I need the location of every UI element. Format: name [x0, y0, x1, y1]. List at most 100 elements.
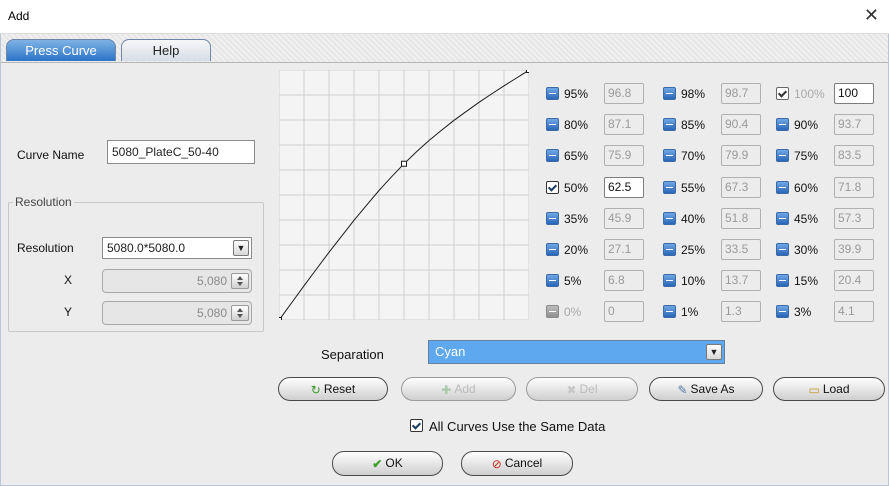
curve-name-input[interactable]: 5080_PlateC_50-40 [107, 140, 255, 164]
point-value-field[interactable]: 100 [834, 83, 874, 104]
load-button[interactable]: ▭ Load [773, 377, 885, 401]
curve-point-row: 90% 93.7 [776, 114, 881, 136]
chevron-down-icon[interactable]: ▼ [706, 344, 722, 360]
point-value-field[interactable]: 45.9 [604, 207, 644, 229]
curve-point-row: 0% 0 [546, 301, 651, 323]
point-checkbox[interactable] [776, 305, 789, 319]
point-checkbox[interactable] [663, 305, 676, 319]
point-checkbox[interactable] [663, 118, 676, 132]
point-value-field[interactable]: 39.9 [834, 239, 874, 260]
reset-button[interactable]: ↻ Reset [278, 377, 388, 401]
point-value-field[interactable]: 96.8 [604, 83, 644, 104]
x-spinner[interactable]: 5,080 [102, 269, 252, 293]
all-curves-checkbox[interactable] [410, 419, 423, 432]
curve-point-row: 3% 4.1 [776, 301, 881, 323]
point-value-field[interactable]: 27.1 [604, 239, 644, 260]
check-icon: ✔ [372, 456, 383, 471]
ok-button[interactable]: ✔ OK [332, 451, 443, 476]
curve-point-row: 80% 87.1 [546, 114, 651, 136]
point-value-field[interactable]: 6.8 [604, 270, 644, 292]
point-checkbox[interactable] [776, 274, 789, 288]
point-value-field[interactable]: 62.5 [604, 176, 644, 198]
point-value-field[interactable]: 87.1 [604, 114, 644, 136]
point-value-field[interactable]: 4.1 [834, 301, 874, 323]
tab-press-curve[interactable]: Press Curve [6, 39, 116, 61]
curve-point-row: 85% 90.4 [663, 114, 768, 136]
del-button[interactable]: ✖ Del [526, 377, 638, 401]
x-value: 5,080 [196, 274, 227, 288]
point-checkbox[interactable] [663, 211, 676, 225]
point-checkbox[interactable] [546, 149, 559, 163]
resolution-select[interactable]: 5080.0*5080.0 ▼ [102, 237, 252, 259]
tab-strip: Press Curve Help [1, 34, 888, 63]
point-percent-label: 60% [794, 180, 819, 195]
y-spinner[interactable]: 5,080 [102, 301, 252, 325]
point-value-field[interactable]: 20.4 [834, 270, 874, 292]
curve-point-row: 70% 79.9 [663, 145, 768, 167]
tab-help[interactable]: Help [121, 39, 211, 61]
point-checkbox[interactable] [546, 180, 559, 194]
point-checkbox[interactable] [546, 87, 559, 100]
curve-point-row: 35% 45.9 [546, 207, 651, 230]
point-checkbox[interactable] [663, 243, 676, 256]
plus-icon: ✚ [441, 382, 452, 397]
point-checkbox[interactable] [546, 243, 559, 256]
point-value-field[interactable]: 93.7 [834, 114, 874, 136]
curve-point-row: 30% 39.9 [776, 239, 881, 261]
resolution-group: Resolution Resolution 5080.0*5080.0 ▼ X … [8, 195, 264, 332]
spinner-arrows-icon[interactable] [231, 305, 249, 321]
point-percent-label: 95% [564, 87, 589, 101]
point-value-field[interactable]: 90.4 [721, 114, 761, 136]
point-value-field[interactable]: 57.3 [834, 207, 874, 229]
point-value-field[interactable]: 75.9 [604, 145, 644, 167]
point-checkbox[interactable] [546, 211, 559, 225]
point-percent-label: 45% [794, 211, 819, 226]
chevron-down-icon[interactable]: ▼ [233, 240, 249, 256]
curve-point-row: 40% 51.8 [663, 207, 768, 230]
chart-control-point [279, 317, 282, 320]
curve-point-row: 98% 98.7 [663, 83, 768, 105]
point-value-field[interactable]: 33.5 [721, 239, 761, 260]
x-icon: ✖ [566, 382, 577, 397]
curve-point-row: 50% 62.5 [546, 176, 651, 199]
point-percent-label: 55% [681, 180, 706, 195]
point-value-field[interactable]: 79.9 [721, 145, 761, 167]
point-percent-label: 10% [681, 274, 706, 289]
point-checkbox[interactable] [776, 180, 789, 194]
point-checkbox[interactable] [663, 149, 676, 163]
window-title: Add [8, 9, 30, 23]
curve-point-row: 20% 27.1 [546, 239, 651, 261]
chart-control-point [401, 160, 407, 167]
curve-point-row: 65% 75.9 [546, 145, 651, 167]
press-curve-chart[interactable] [279, 70, 529, 320]
save-as-button[interactable]: ✎ Save As [649, 377, 763, 401]
point-checkbox[interactable] [663, 87, 676, 100]
point-value-field[interactable]: 0 [604, 301, 644, 323]
close-icon[interactable]: ✕ [864, 6, 879, 24]
cancel-button[interactable]: ⊘ Cancel [461, 451, 573, 476]
point-value-field[interactable]: 13.7 [721, 270, 761, 292]
chart-control-point [526, 70, 529, 73]
point-checkbox[interactable] [776, 149, 789, 163]
point-checkbox[interactable] [776, 87, 789, 100]
point-checkbox[interactable] [546, 305, 559, 319]
point-value-field[interactable]: 98.7 [721, 83, 761, 104]
point-value-field[interactable]: 1.3 [721, 301, 761, 323]
all-curves-option[interactable]: All Curves Use the Same Data [410, 417, 670, 435]
point-checkbox[interactable] [776, 211, 789, 225]
point-percent-label: 25% [681, 243, 706, 257]
point-value-field[interactable]: 71.8 [834, 176, 874, 198]
point-checkbox[interactable] [663, 180, 676, 194]
point-value-field[interactable]: 67.3 [721, 176, 761, 198]
point-checkbox[interactable] [663, 274, 676, 288]
point-value-field[interactable]: 83.5 [834, 145, 874, 167]
point-checkbox[interactable] [546, 118, 559, 132]
curve-point-row: 5% 6.8 [546, 270, 651, 292]
point-checkbox[interactable] [546, 274, 559, 288]
point-checkbox[interactable] [776, 118, 789, 132]
separation-select[interactable]: Cyan ▼ [428, 340, 725, 364]
point-value-field[interactable]: 51.8 [721, 207, 761, 229]
add-button[interactable]: ✚ Add [401, 377, 516, 401]
spinner-arrows-icon[interactable] [231, 273, 249, 289]
point-checkbox[interactable] [776, 243, 789, 256]
